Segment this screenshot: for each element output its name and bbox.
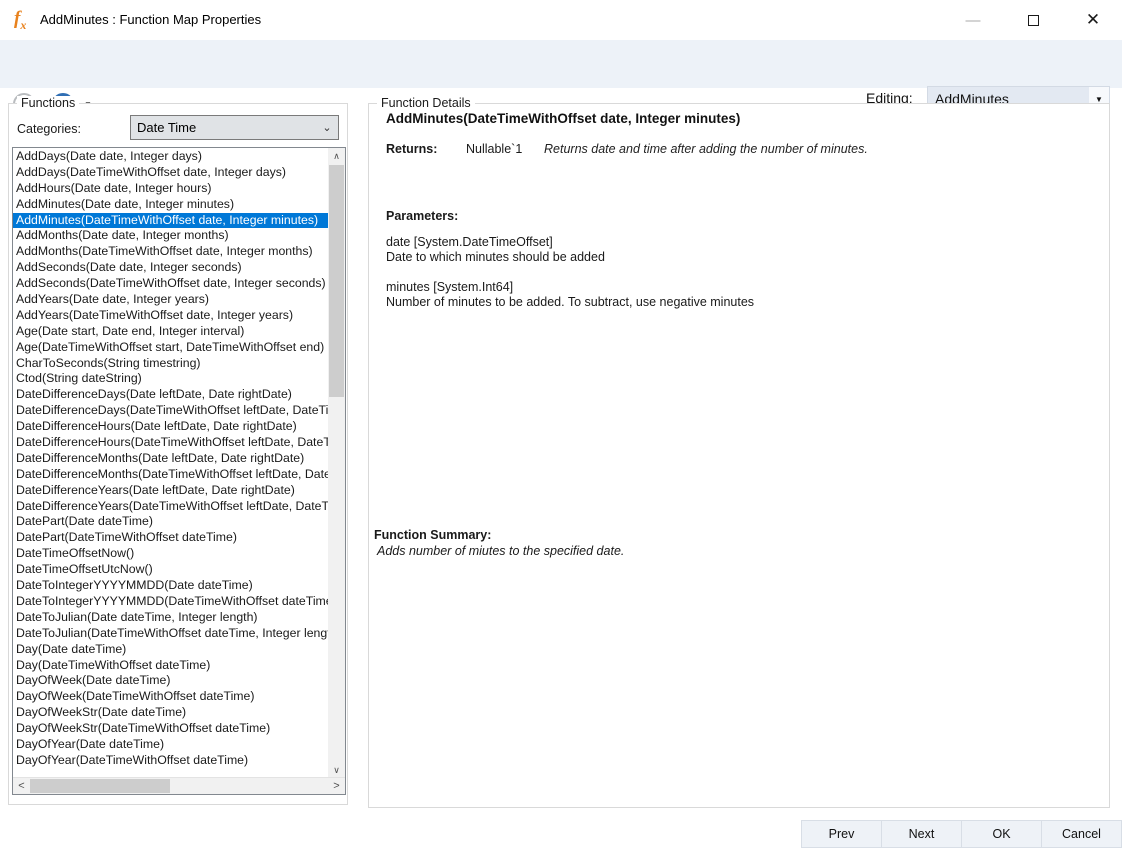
parameter-entry: date [System.DateTimeOffset] Date to whi… [386,235,605,265]
function-list-item[interactable]: DateDifferenceDays(DateTimeWithOffset le… [13,403,328,419]
close-button[interactable]: ✕ [1070,0,1116,40]
function-list-item[interactable]: DateDifferenceMonths(Date leftDate, Date… [13,451,328,467]
function-list-item[interactable]: DateDifferenceYears(Date leftDate, Date … [13,483,328,499]
chevron-down-icon: ⌄ [316,121,338,134]
parameter-entry: minutes [System.Int64] Number of minutes… [386,280,754,310]
parameter-name-type: date [System.DateTimeOffset] [386,235,605,250]
function-list-item[interactable]: DayOfWeekStr(DateTimeWithOffset dateTime… [13,721,328,737]
functions-groupbox: Functions Categories: Date Time ⌄ AddDay… [8,103,348,805]
function-list-item[interactable]: AddYears(DateTimeWithOffset date, Intege… [13,308,328,324]
function-list-item[interactable]: Age(DateTimeWithOffset start, DateTimeWi… [13,340,328,356]
functions-groupbox-title: Functions [17,96,79,110]
function-list-item[interactable]: AddDays(Date date, Integer days) [13,149,328,165]
function-list-item[interactable]: Age(Date start, Date end, Integer interv… [13,324,328,340]
function-list-item[interactable]: DatePart(DateTimeWithOffset dateTime) [13,530,328,546]
returns-description: Returns date and time after adding the n… [544,142,868,156]
function-list-item[interactable]: DateTimeOffsetNow() [13,546,328,562]
function-list-item[interactable]: DateTimeOffsetUtcNow() [13,562,328,578]
ok-button[interactable]: OK [961,820,1042,848]
function-list-item[interactable]: AddMinutes(DateTimeWithOffset date, Inte… [13,213,328,229]
toolbar: ← → ▼ Editing: AddMinutes ▼ [0,40,1122,88]
returns-label: Returns: [386,142,466,156]
parameter-name-type: minutes [System.Int64] [386,280,754,295]
next-button[interactable]: Next [881,820,962,848]
function-list-item[interactable]: DateToIntegerYYYYMMDD(Date dateTime) [13,578,328,594]
function-list-item[interactable]: AddDays(DateTimeWithOffset date, Integer… [13,165,328,181]
vertical-scrollbar[interactable]: ∧ ∨ [328,148,345,779]
function-list-item[interactable]: AddMonths(DateTimeWithOffset date, Integ… [13,244,328,260]
scroll-right-icon[interactable]: > [328,778,345,794]
function-summary-label: Function Summary: [374,528,491,542]
function-list-item[interactable]: CharToSeconds(String timestring) [13,356,328,372]
horizontal-scrollbar[interactable]: < > [13,777,345,794]
function-list-item[interactable]: Ctod(String dateString) [13,371,328,387]
function-list-item[interactable]: DayOfYear(DateTimeWithOffset dateTime) [13,753,328,769]
function-list-item[interactable]: AddMinutes(Date date, Integer minutes) [13,197,328,213]
parameter-description: Number of minutes to be added. To subtra… [386,295,754,310]
function-list-item[interactable]: DatePart(Date dateTime) [13,514,328,530]
window-title: AddMinutes : Function Map Properties [40,12,261,27]
function-list-item[interactable]: AddMonths(Date date, Integer months) [13,228,328,244]
function-list-item[interactable]: DateDifferenceYears(DateTimeWithOffset l… [13,499,328,515]
returns-type: Nullable`1 [466,142,544,156]
function-list-item[interactable]: DayOfYear(Date dateTime) [13,737,328,753]
maximize-icon [1028,15,1039,26]
function-details-groupbox: Function Details AddMinutes(DateTimeWith… [368,103,1110,808]
categories-label: Categories: [17,122,81,136]
fx-function-icon: fx [14,8,26,33]
function-list: AddDays(Date date, Integer days)AddDays(… [13,148,328,777]
footer-button-bar: Prev Next OK Cancel [802,820,1122,848]
parameters-label: Parameters: [386,209,458,223]
cancel-button[interactable]: Cancel [1041,820,1122,848]
function-details-groupbox-title: Function Details [377,96,475,110]
function-list-item[interactable]: DateToIntegerYYYYMMDD(DateTimeWithOffset… [13,594,328,610]
categories-combobox-value: Date Time [131,120,316,135]
function-list-item[interactable]: DateToJulian(DateTimeWithOffset dateTime… [13,626,328,642]
function-list-item[interactable]: DateDifferenceHours(DateTimeWithOffset l… [13,435,328,451]
function-list-item[interactable]: DateDifferenceHours(Date leftDate, Date … [13,419,328,435]
function-list-item[interactable]: DayOfWeekStr(Date dateTime) [13,705,328,721]
scroll-up-icon[interactable]: ∧ [328,148,345,165]
vertical-scrollbar-thumb[interactable] [329,165,344,397]
function-signature: AddMinutes(DateTimeWithOffset date, Inte… [386,111,740,126]
maximize-button[interactable] [1010,0,1056,40]
function-list-item[interactable]: Day(DateTimeWithOffset dateTime) [13,658,328,674]
categories-combobox[interactable]: Date Time ⌄ [130,115,339,140]
function-listbox: AddDays(Date date, Integer days)AddDays(… [12,147,346,795]
minimize-button[interactable]: — [950,0,996,40]
scroll-left-icon[interactable]: < [13,778,30,794]
function-summary-text: Adds number of miutes to the specified d… [377,544,624,558]
function-list-item[interactable]: DayOfWeek(DateTimeWithOffset dateTime) [13,689,328,705]
function-list-item[interactable]: Day(Date dateTime) [13,642,328,658]
returns-row: Returns:Nullable`1Returns date and time … [386,142,868,156]
title-bar: fx AddMinutes : Function Map Properties … [0,0,1122,40]
function-list-item[interactable]: AddSeconds(DateTimeWithOffset date, Inte… [13,276,328,292]
function-list-item[interactable]: AddHours(Date date, Integer hours) [13,181,328,197]
function-list-item[interactable]: AddYears(Date date, Integer years) [13,292,328,308]
function-list-item[interactable]: DayOfWeek(Date dateTime) [13,673,328,689]
function-list-item[interactable]: DateDifferenceMonths(DateTimeWithOffset … [13,467,328,483]
prev-button[interactable]: Prev [801,820,882,848]
function-list-item[interactable]: DateDifferenceDays(Date leftDate, Date r… [13,387,328,403]
horizontal-scrollbar-thumb[interactable] [30,779,170,793]
function-list-item[interactable]: DateToJulian(Date dateTime, Integer leng… [13,610,328,626]
parameter-description: Date to which minutes should be added [386,250,605,265]
function-list-item[interactable]: AddSeconds(Date date, Integer seconds) [13,260,328,276]
